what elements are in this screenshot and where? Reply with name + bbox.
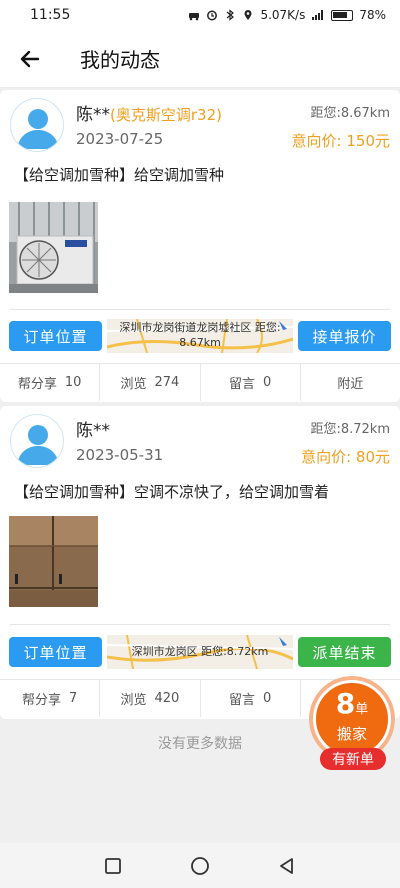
- status-bar: 11:55 5.07K/s 78%: [0, 0, 400, 30]
- recent-apps-button[interactable]: [98, 851, 128, 881]
- system-back-button[interactable]: [272, 851, 302, 881]
- nearby-button[interactable]: 附近: [301, 364, 400, 401]
- alarm-icon: [207, 10, 218, 21]
- share-stat[interactable]: 帮分享 10: [0, 364, 101, 401]
- post-photo[interactable]: [9, 202, 98, 293]
- new-order-tag[interactable]: 有新单: [320, 748, 386, 770]
- views-stat: 浏览 274: [100, 364, 201, 401]
- map-address: 深圳市龙岗街道龙岗墟社区 距您: 8.67km: [119, 321, 281, 349]
- post-card[interactable]: 陈**(奥克斯空调r32) 2023-07-25 距您:8.67km 意向价: …: [0, 90, 400, 402]
- order-location-button[interactable]: 订单位置: [9, 321, 102, 351]
- map-thumbnail[interactable]: 深圳市龙岗街道龙岗墟社区 距您: 8.67km: [107, 319, 293, 353]
- post-card[interactable]: 陈** 2023-05-31 距您:8.72km 意向价: 80元 【给空调加雪…: [0, 406, 400, 719]
- map-address: 深圳市龙岗区 距您:8.72km: [131, 645, 269, 658]
- comments-stat[interactable]: 留言 0: [201, 364, 301, 401]
- page-title: 我的动态: [80, 48, 160, 72]
- post-header: 陈**(奥克斯空调r32) 2023-07-25 距您:8.67km 意向价: …: [0, 90, 400, 152]
- divider: [10, 309, 390, 310]
- network-speed: 5.07K/s: [260, 8, 306, 22]
- distance-label: 距您:8.72km: [310, 422, 390, 437]
- circle-icon: [191, 856, 209, 875]
- app-header: 我的动态: [0, 30, 400, 88]
- moving-orders-badge[interactable]: 8单 搬家: [313, 680, 391, 758]
- user-name: 陈**(奥克斯空调r32): [76, 105, 222, 125]
- user-name: 陈**: [76, 421, 110, 441]
- battery-level: 78%: [359, 8, 386, 22]
- back-button[interactable]: [0, 30, 60, 88]
- user-avatar-icon: [17, 425, 59, 465]
- signal-icon: [312, 10, 324, 20]
- cabinet-photo: [9, 516, 98, 607]
- system-nav-bar: [0, 843, 400, 888]
- product-tag: (奥克斯空调r32): [110, 106, 222, 124]
- badge-count: 8单: [335, 687, 369, 720]
- user-avatar-icon: [17, 109, 59, 149]
- distance-label: 距您:8.67km: [310, 106, 390, 121]
- post-header: 陈** 2023-05-31 距您:8.72km 意向价: 80元: [0, 406, 400, 468]
- ac-unit-photo: [9, 202, 98, 293]
- post-action-row: 订单位置 深圳市龙岗区 距您:8.72km 派单结束: [9, 635, 391, 669]
- status-time: 11:55: [30, 7, 71, 23]
- status-icons: 5.07K/s 78%: [188, 8, 386, 22]
- post-stats: 帮分享 10 浏览 274 留言 0 附近: [0, 363, 400, 401]
- avatar[interactable]: [10, 98, 64, 152]
- avatar[interactable]: [10, 414, 64, 468]
- divider: [10, 624, 390, 625]
- post-action-row: 订单位置 深圳市龙岗街道龙岗墟社区 距您: 8.67km 接单报价: [9, 319, 391, 353]
- square-icon: [105, 857, 122, 874]
- post-date: 2023-07-25: [76, 130, 164, 148]
- location-icon: [244, 10, 252, 20]
- battery-icon: [331, 9, 354, 21]
- intended-price: 意向价: 80元: [301, 448, 390, 466]
- post-date: 2023-05-31: [76, 446, 164, 464]
- post-description: 【给空调加雪种】空调不凉快了，给空调加雪着: [14, 483, 330, 501]
- arrow-left-icon: [20, 50, 40, 67]
- triangle-back-icon: [279, 857, 293, 874]
- comments-stat[interactable]: 留言 0: [201, 680, 301, 717]
- quote-order-button[interactable]: 接单报价: [298, 321, 391, 351]
- bluetooth-icon: [227, 9, 235, 21]
- dispatch-ended-button[interactable]: 派单结束: [298, 637, 391, 667]
- post-description: 【给空调加雪种】给空调加雪种: [14, 166, 225, 184]
- home-button[interactable]: [185, 851, 215, 881]
- map-thumbnail[interactable]: 深圳市龙岗区 距您:8.72km: [107, 635, 293, 669]
- badge-label: 搬家: [336, 725, 367, 743]
- car-icon: [189, 13, 200, 21]
- order-location-button[interactable]: 订单位置: [9, 637, 102, 667]
- intended-price: 意向价: 150元: [291, 132, 390, 150]
- share-stat[interactable]: 帮分享 7: [0, 680, 101, 717]
- post-photo[interactable]: [9, 516, 98, 607]
- views-stat: 浏览 420: [100, 680, 201, 717]
